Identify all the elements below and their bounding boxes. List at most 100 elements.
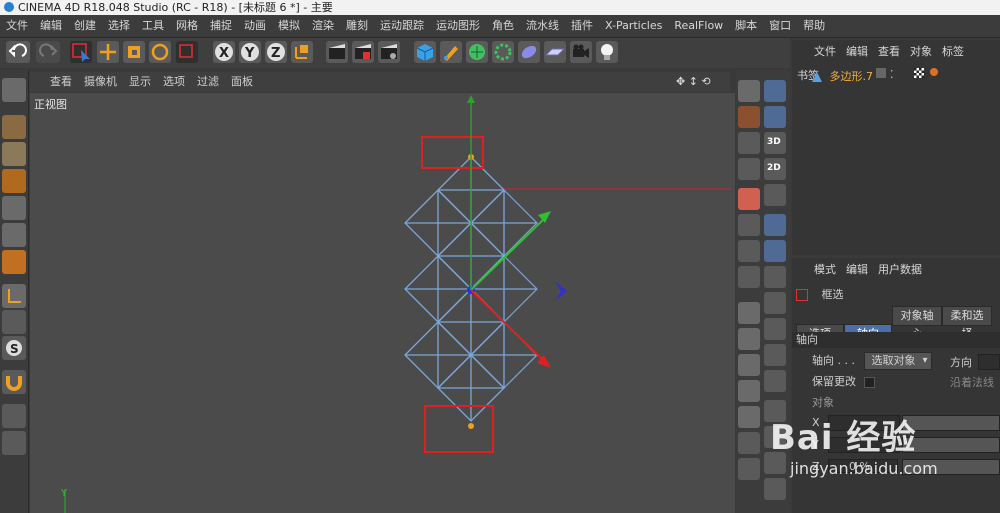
om-menu-file[interactable]: 文件	[792, 40, 841, 64]
menu-edit[interactable]: 编辑	[34, 15, 68, 37]
snap-intersection-icon[interactable]	[764, 344, 786, 366]
am-menu-mode[interactable]: 模式	[792, 258, 841, 282]
cube-primitive-icon[interactable]	[414, 41, 436, 63]
brush-tool-icon[interactable]	[738, 328, 760, 350]
coordinate-tool-icon[interactable]	[738, 240, 760, 262]
floor-icon[interactable]	[544, 41, 566, 63]
menu-script[interactable]: 脚本	[729, 15, 763, 37]
viewport-menu-view[interactable]: 查看	[30, 72, 78, 92]
polygons-mode-icon[interactable]	[2, 250, 26, 274]
move-icon[interactable]	[97, 41, 119, 63]
coordinate-system-icon[interactable]	[291, 41, 313, 63]
snap-midpoint-icon[interactable]	[764, 370, 786, 392]
menu-help[interactable]: 帮助	[797, 15, 831, 37]
y-axis-lock-icon[interactable]: Y	[239, 41, 261, 63]
om-menu-tags[interactable]: 标签	[937, 40, 969, 64]
pen-spline-icon[interactable]	[440, 41, 462, 63]
viewport-menu-panel[interactable]: 面板	[225, 72, 259, 92]
menu-animate[interactable]: 动画	[238, 15, 272, 37]
menu-create[interactable]: 创建	[68, 15, 102, 37]
tweak-mode-icon[interactable]	[2, 310, 26, 334]
direction-field[interactable]	[978, 354, 1000, 370]
object-row[interactable]: 多边形.7 ⁚	[794, 68, 1000, 84]
make-editable-icon[interactable]	[2, 78, 26, 102]
menu-character[interactable]: 角色	[486, 15, 520, 37]
menu-realflow[interactable]: RealFlow	[668, 15, 729, 37]
menu-x-particles[interactable]: X-Particles	[599, 15, 668, 37]
om-menu-objects[interactable]: 对象	[905, 40, 937, 64]
point-grid-icon[interactable]	[738, 132, 760, 154]
z-axis-lock-icon[interactable]: Z	[265, 41, 287, 63]
viewport-menu-display[interactable]: 显示	[123, 72, 157, 92]
recent-tool-icon[interactable]	[176, 41, 198, 63]
live-select-icon[interactable]	[70, 41, 92, 63]
import-tool-icon[interactable]	[738, 458, 760, 480]
deformer-icon[interactable]	[518, 41, 540, 63]
axis-dropdown[interactable]: 选取对象	[864, 352, 933, 370]
menu-sculpt[interactable]: 雕刻	[340, 15, 374, 37]
menu-snap[interactable]: 捕捉	[204, 15, 238, 37]
keep-changes-checkbox[interactable]	[863, 376, 875, 388]
array-mograph-icon[interactable]	[492, 41, 514, 63]
am-menu-edit[interactable]: 编辑	[841, 258, 873, 282]
extrude-tool-icon[interactable]	[738, 106, 760, 128]
snap-magnet-icon[interactable]	[2, 370, 26, 394]
render-settings-icon[interactable]	[378, 41, 400, 63]
axis-mode-icon[interactable]	[2, 284, 26, 308]
relax-tool-icon[interactable]	[738, 406, 760, 428]
planar-workplane-icon[interactable]	[2, 431, 26, 455]
object-name[interactable]: 多边形.7	[830, 70, 874, 83]
am-menu-userdata[interactable]: 用户数据	[873, 258, 927, 282]
snap-3d-icon[interactable]: 3D	[764, 132, 786, 154]
x-axis-lock-icon[interactable]: X	[213, 41, 235, 63]
lock-workplane-icon[interactable]	[2, 404, 26, 428]
viewport-menu-options[interactable]: 选项	[157, 72, 191, 92]
rotate-icon[interactable]	[149, 41, 171, 63]
solo-mode-icon[interactable]: S	[2, 336, 26, 360]
viewport-front[interactable]: 正视图 Y	[30, 93, 735, 513]
snap-settings-icon[interactable]	[764, 106, 786, 128]
subtab-soft-selection[interactable]: 柔和选择	[942, 306, 992, 340]
redo-icon[interactable]	[36, 41, 60, 63]
sparkle-tool-icon[interactable]	[738, 432, 760, 454]
edges-mode-icon[interactable]	[2, 223, 26, 247]
bridge-tool-icon[interactable]	[738, 188, 760, 210]
knife-tool-icon[interactable]	[738, 80, 760, 102]
snap-2d-icon[interactable]: 2D	[764, 158, 786, 180]
snap-vertex-icon[interactable]	[764, 214, 786, 236]
menu-select[interactable]: 选择	[102, 15, 136, 37]
render-to-picture-viewer-icon[interactable]	[352, 41, 374, 63]
om-menu-edit[interactable]: 编辑	[841, 40, 873, 64]
menu-pipeline[interactable]: 流水线	[520, 15, 565, 37]
snap-edge-icon[interactable]	[764, 240, 786, 262]
snap-spline-icon[interactable]	[764, 292, 786, 314]
snap-guide-icon[interactable]	[764, 478, 786, 500]
camera-icon[interactable]	[570, 41, 592, 63]
light-icon[interactable]	[596, 41, 618, 63]
snap-axis-icon[interactable]	[764, 318, 786, 340]
dots-grid-icon[interactable]	[738, 158, 760, 180]
scale-icon[interactable]	[123, 41, 145, 63]
snap-enable-icon[interactable]	[764, 80, 786, 102]
menu-mesh[interactable]: 网格	[170, 15, 204, 37]
material-tool-icon[interactable]	[738, 354, 760, 376]
array-tool-icon[interactable]	[738, 266, 760, 288]
subdivision-surface-icon[interactable]	[466, 41, 488, 63]
subtab-object-axis[interactable]: 对象轴心	[892, 306, 942, 340]
undo-icon[interactable]	[6, 41, 30, 63]
viewport-menu-cameras[interactable]: 摄像机	[78, 72, 123, 92]
visibility-dots-icon[interactable]: ⁚	[890, 68, 894, 81]
render-view-icon[interactable]	[326, 41, 348, 63]
weld-tool-icon[interactable]	[738, 214, 760, 236]
points-mode-icon[interactable]	[2, 196, 26, 220]
menu-simulate[interactable]: 模拟	[272, 15, 306, 37]
model-mode-icon[interactable]	[2, 115, 26, 139]
workplane-mode-icon[interactable]	[2, 169, 26, 193]
texture-mode-icon[interactable]	[2, 142, 26, 166]
om-menu-view[interactable]: 查看	[873, 40, 905, 64]
menu-plugins[interactable]: 插件	[565, 15, 599, 37]
menu-motion-tracking[interactable]: 运动跟踪	[374, 15, 430, 37]
viewport-menu-filter[interactable]: 过滤	[191, 72, 225, 92]
checker-tag-icon[interactable]	[914, 68, 924, 78]
layer-icon[interactable]	[876, 68, 886, 78]
